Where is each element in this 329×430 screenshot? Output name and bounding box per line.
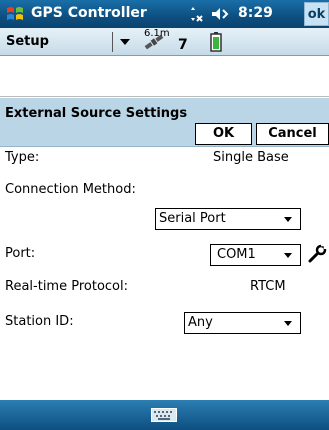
type-value: Single Base	[213, 150, 289, 165]
bottom-bar	[0, 400, 329, 430]
chevron-down-icon[interactable]	[120, 39, 130, 45]
station-id-value: Any	[188, 315, 213, 330]
app-title: GPS Controller	[31, 5, 147, 21]
wrench-icon[interactable]	[306, 243, 328, 265]
status-strip	[0, 56, 329, 97]
windows-logo-icon[interactable]	[5, 4, 25, 24]
station-id-label: Station ID:	[5, 314, 74, 329]
chevron-down-icon	[284, 321, 292, 326]
cancel-button[interactable]: Cancel	[256, 123, 329, 145]
status-icons[interactable]	[185, 4, 235, 24]
port-value: COM1	[217, 247, 256, 262]
satellite-height: 6.1m	[144, 28, 170, 39]
connection-method-value: Serial Port	[159, 211, 226, 226]
keyboard-icon[interactable]	[151, 408, 177, 422]
setup-label: Setup	[6, 34, 49, 49]
port-label: Port:	[5, 246, 36, 261]
type-label: Type:	[5, 150, 40, 165]
chevron-down-icon	[284, 217, 292, 222]
setup-menu[interactable]: Setup	[0, 30, 138, 54]
menu-separator	[112, 32, 113, 52]
chevron-down-icon	[284, 253, 292, 258]
form-title: External Source Settings	[5, 106, 188, 121]
title-bar: GPS Controller 8:29 ok	[0, 0, 329, 28]
connection-method-select[interactable]: Serial Port	[155, 208, 301, 230]
station-id-select[interactable]: Any	[184, 312, 301, 334]
port-select[interactable]: COM1	[210, 244, 301, 266]
clock: 8:29	[238, 5, 273, 21]
satellite-count: 7	[178, 37, 188, 53]
connectivity-icon	[191, 7, 203, 22]
toolbar: Setup 6.1m 7	[0, 28, 329, 56]
protocol-label: Real-time Protocol:	[5, 279, 128, 294]
volume-icon	[212, 8, 229, 20]
ok-close-button[interactable]: ok	[304, 2, 329, 26]
form-header: External Source Settings OK Cancel	[0, 98, 329, 147]
ok-button[interactable]: OK	[195, 123, 252, 145]
battery-icon	[210, 32, 222, 52]
connection-method-label: Connection Method:	[5, 182, 136, 197]
protocol-value: RTCM	[250, 279, 286, 294]
